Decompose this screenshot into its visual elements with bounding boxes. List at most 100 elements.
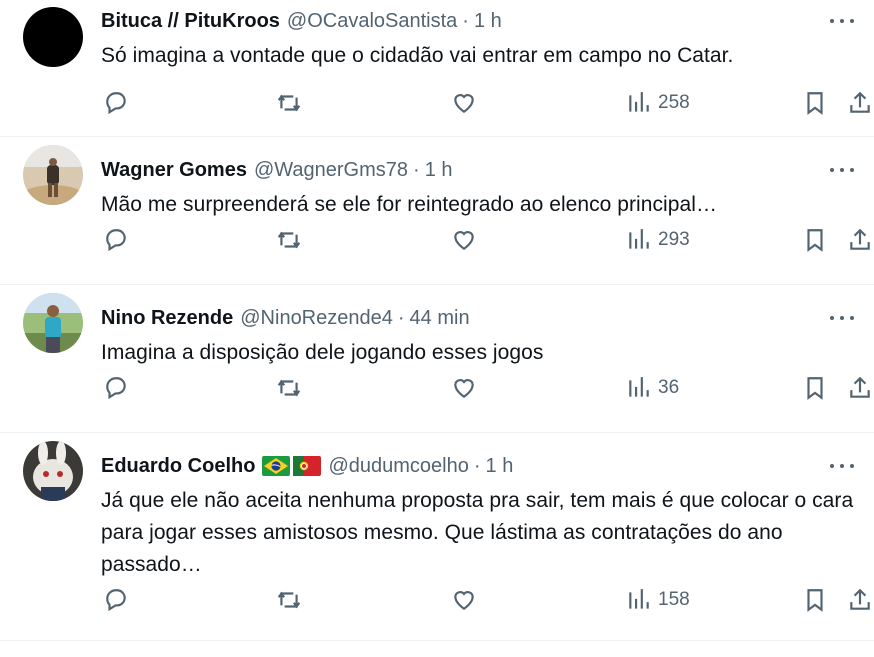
- timestamp[interactable]: 44 min: [410, 305, 470, 331]
- display-name[interactable]: Nino Rezende: [101, 305, 233, 331]
- display-name[interactable]: Wagner Gomes: [101, 157, 247, 183]
- reply-feed: Bituca // PituKroos @OCavaloSantista · 1…: [0, 0, 874, 641]
- tweet-text: Imagina a disposição dele jogando esses …: [101, 341, 544, 364]
- brazil-flag-icon: [262, 456, 291, 476]
- separator-dot: ·: [397, 307, 405, 329]
- views-button[interactable]: 36: [626, 373, 679, 403]
- avatar[interactable]: [23, 7, 83, 67]
- tweet-header: Bituca // PituKroos @OCavaloSantista · 1…: [101, 8, 814, 34]
- bookmark-button[interactable]: [802, 88, 828, 118]
- bookmark-button[interactable]: [802, 373, 828, 403]
- more-options-button[interactable]: [830, 458, 854, 474]
- reply-button[interactable]: [103, 373, 129, 403]
- retweet-icon: [277, 591, 301, 609]
- like-button[interactable]: [451, 373, 477, 403]
- bookmark-button[interactable]: [802, 225, 828, 255]
- tweet-text: Mão me surpreenderá se ele for reintegra…: [101, 193, 717, 216]
- user-handle[interactable]: @OCavaloSantista: [287, 8, 457, 34]
- like-icon: [454, 231, 474, 250]
- portugal-flag-icon: [293, 456, 322, 476]
- avatar[interactable]: [23, 145, 83, 205]
- retweet-icon: [277, 231, 301, 249]
- user-handle[interactable]: @NinoRezende4: [240, 305, 393, 331]
- more-icon: [830, 19, 834, 23]
- share-icon: [850, 228, 870, 250]
- more-icon: [830, 464, 834, 468]
- tweet-header: Nino Rezende @NinoRezende4 · 44 min: [101, 305, 814, 331]
- separator-dot: ·: [462, 10, 469, 32]
- more-options-button[interactable]: [830, 13, 854, 29]
- views-count: 158: [658, 589, 690, 610]
- views-count: 258: [658, 92, 690, 113]
- avatar-photo: [23, 293, 83, 353]
- reply-icon: [106, 229, 126, 252]
- tweet-header: Wagner Gomes @WagnerGms78 · 1 h: [101, 157, 814, 183]
- reply-button[interactable]: [103, 585, 129, 615]
- views-count: 293: [658, 229, 690, 250]
- bookmark-button[interactable]: [802, 585, 828, 615]
- retweet-icon: [277, 379, 301, 397]
- views-button[interactable]: 293: [626, 225, 690, 255]
- bookmark-icon: [807, 92, 823, 115]
- views-icon: [629, 589, 649, 609]
- action-bar: 293: [101, 225, 874, 255]
- reply-icon: [106, 377, 126, 400]
- avatar-photo: [23, 441, 83, 501]
- timestamp[interactable]: 1 h: [425, 157, 453, 183]
- user-flags: [262, 456, 322, 476]
- like-button[interactable]: [451, 585, 477, 615]
- display-name[interactable]: Bituca // PituKroos: [101, 8, 280, 34]
- bookmark-icon: [807, 377, 823, 400]
- like-icon: [454, 591, 474, 610]
- retweet-icon: [277, 94, 301, 112]
- share-button[interactable]: [847, 373, 873, 403]
- retweet-button[interactable]: [276, 88, 302, 118]
- tweet[interactable]: Bituca // PituKroos @OCavaloSantista · 1…: [0, 0, 874, 137]
- more-icon: [830, 316, 834, 320]
- views-icon: [629, 377, 649, 397]
- tweet[interactable]: Eduardo Coelho @dudumcoelho · 1 h Já que…: [0, 433, 874, 641]
- like-icon: [454, 94, 474, 113]
- reply-icon: [106, 589, 126, 612]
- views-button[interactable]: 258: [626, 88, 690, 118]
- bookmark-icon: [807, 589, 823, 612]
- share-icon: [850, 588, 870, 610]
- avatar[interactable]: [23, 293, 83, 353]
- more-options-button[interactable]: [830, 310, 854, 326]
- separator-dot: ·: [473, 455, 481, 477]
- timestamp[interactable]: 1 h: [474, 8, 502, 34]
- action-bar: 158: [101, 585, 874, 615]
- share-button[interactable]: [847, 225, 873, 255]
- action-bar: 258: [101, 88, 874, 118]
- tweet[interactable]: Wagner Gomes @WagnerGms78 · 1 h Mão me s…: [0, 137, 874, 285]
- retweet-button[interactable]: [276, 373, 302, 403]
- views-count: 36: [658, 377, 680, 398]
- share-icon: [850, 91, 870, 113]
- like-button[interactable]: [451, 88, 477, 118]
- reply-button[interactable]: [103, 225, 129, 255]
- avatar[interactable]: [23, 441, 83, 501]
- views-button[interactable]: 158: [626, 585, 690, 615]
- separator-dot: ·: [413, 159, 420, 181]
- tweet[interactable]: Nino Rezende @NinoRezende4 · 44 min Imag…: [0, 285, 874, 433]
- display-name[interactable]: Eduardo Coelho: [101, 453, 255, 479]
- more-icon: [830, 168, 834, 172]
- tweet-header: Eduardo Coelho @dudumcoelho · 1 h: [101, 453, 814, 479]
- user-handle[interactable]: @WagnerGms78: [254, 157, 408, 183]
- like-button[interactable]: [451, 225, 477, 255]
- bookmark-icon: [807, 229, 823, 252]
- share-button[interactable]: [847, 585, 873, 615]
- user-handle[interactable]: @dudumcoelho: [328, 453, 468, 479]
- retweet-button[interactable]: [276, 225, 302, 255]
- share-button[interactable]: [847, 88, 873, 118]
- tweet-text: Já que ele não aceita nenhuma proposta p…: [101, 489, 854, 576]
- views-icon: [629, 92, 649, 112]
- like-icon: [454, 379, 474, 398]
- tweet-text: Só imagina a vontade que o cidadão vai e…: [101, 44, 734, 67]
- reply-icon: [106, 92, 126, 115]
- more-options-button[interactable]: [830, 162, 854, 178]
- action-bar: 36: [101, 373, 874, 403]
- retweet-button[interactable]: [276, 585, 302, 615]
- reply-button[interactable]: [103, 88, 129, 118]
- timestamp[interactable]: 1 h: [486, 453, 514, 479]
